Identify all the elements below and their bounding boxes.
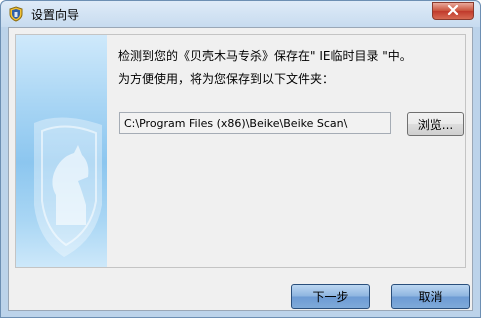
browse-button[interactable]: 浏览... bbox=[407, 112, 464, 136]
close-button[interactable] bbox=[432, 2, 474, 20]
window-title: 设置向导 bbox=[31, 8, 80, 22]
shield-icon bbox=[8, 6, 24, 22]
close-icon bbox=[447, 4, 459, 18]
message-line-1: 检测到您的《贝壳木马专杀》保存在" IE临时目录 "中。 bbox=[118, 49, 412, 63]
setup-wizard-window: 设置向导 检测到您的《贝壳木马专杀》保存在" IE临时目录 "中。 为方便使用，… bbox=[0, 0, 481, 318]
message-line-2: 为方便使用，将为您保存到以下文件夹： bbox=[118, 72, 335, 86]
dialog-body: 检测到您的《贝壳木马专杀》保存在" IE临时目录 "中。 为方便使用，将为您保存… bbox=[8, 27, 473, 311]
title-bar[interactable]: 设置向导 bbox=[1, 1, 480, 27]
install-path-field[interactable] bbox=[119, 112, 391, 134]
next-button[interactable]: 下一步 bbox=[291, 284, 370, 309]
content-panel: 检测到您的《贝壳木马专杀》保存在" IE临时目录 "中。 为方便使用，将为您保存… bbox=[15, 34, 466, 268]
cancel-button[interactable]: 取消 bbox=[391, 284, 470, 309]
side-banner bbox=[16, 35, 107, 267]
